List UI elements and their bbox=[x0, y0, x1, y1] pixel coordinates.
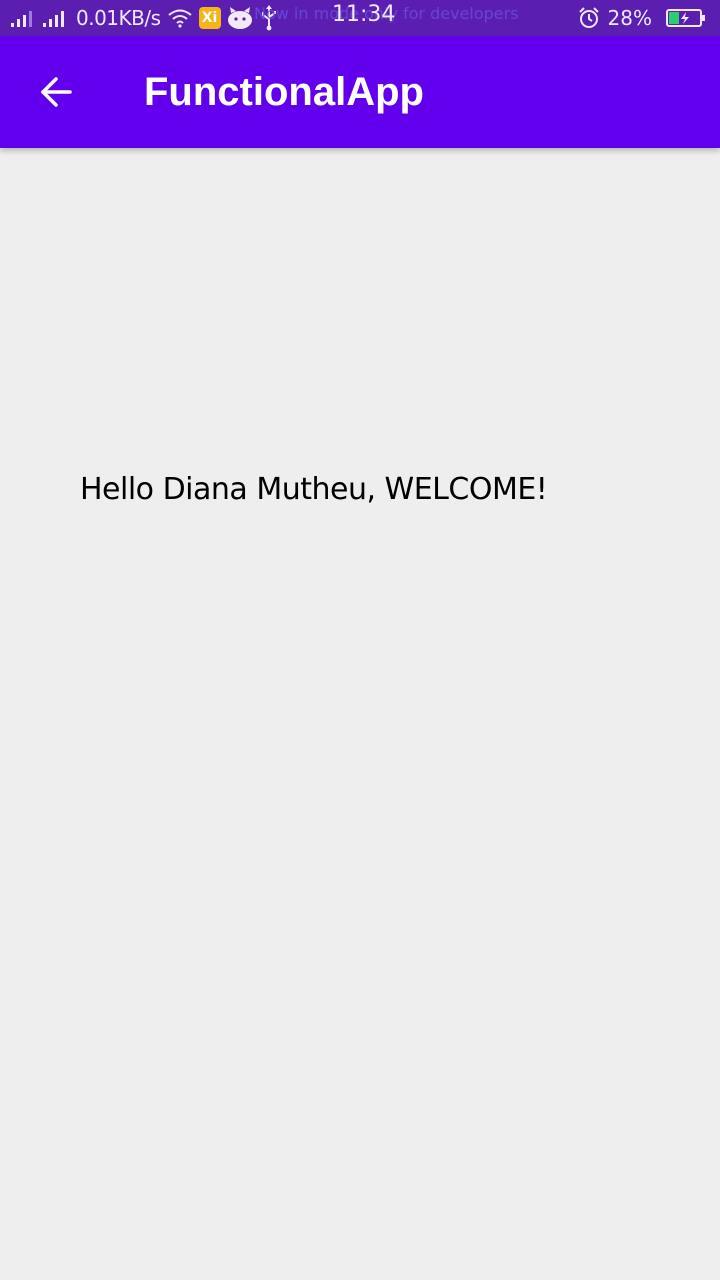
mi-badge-icon: Xi bbox=[198, 7, 221, 29]
battery-percent: 28% bbox=[607, 6, 652, 30]
status-bar: 0.01KB/s Xi Now in mode only for develop… bbox=[0, 0, 720, 36]
signal-icon bbox=[43, 11, 64, 27]
main-content: Hello Diana Mutheu, WELCOME! bbox=[0, 148, 720, 1280]
battery-icon bbox=[666, 8, 706, 28]
app-title: FunctionalApp bbox=[144, 70, 424, 114]
signal-icon bbox=[11, 11, 32, 27]
wifi-icon bbox=[167, 8, 193, 28]
status-left-group: 0.01KB/s Xi bbox=[10, 4, 279, 32]
status-clock: 11:34 bbox=[332, 2, 396, 27]
welcome-message: Hello Diana Mutheu, WELCOME! bbox=[80, 472, 548, 507]
status-right-group: 28% bbox=[578, 4, 706, 32]
back-button[interactable] bbox=[24, 60, 88, 124]
network-speed: 0.01KB/s bbox=[76, 6, 161, 30]
app-bar: FunctionalApp bbox=[0, 36, 720, 148]
alarm-icon bbox=[578, 7, 600, 29]
arrow-left-icon bbox=[41, 77, 72, 107]
android-bot-icon bbox=[227, 6, 253, 30]
